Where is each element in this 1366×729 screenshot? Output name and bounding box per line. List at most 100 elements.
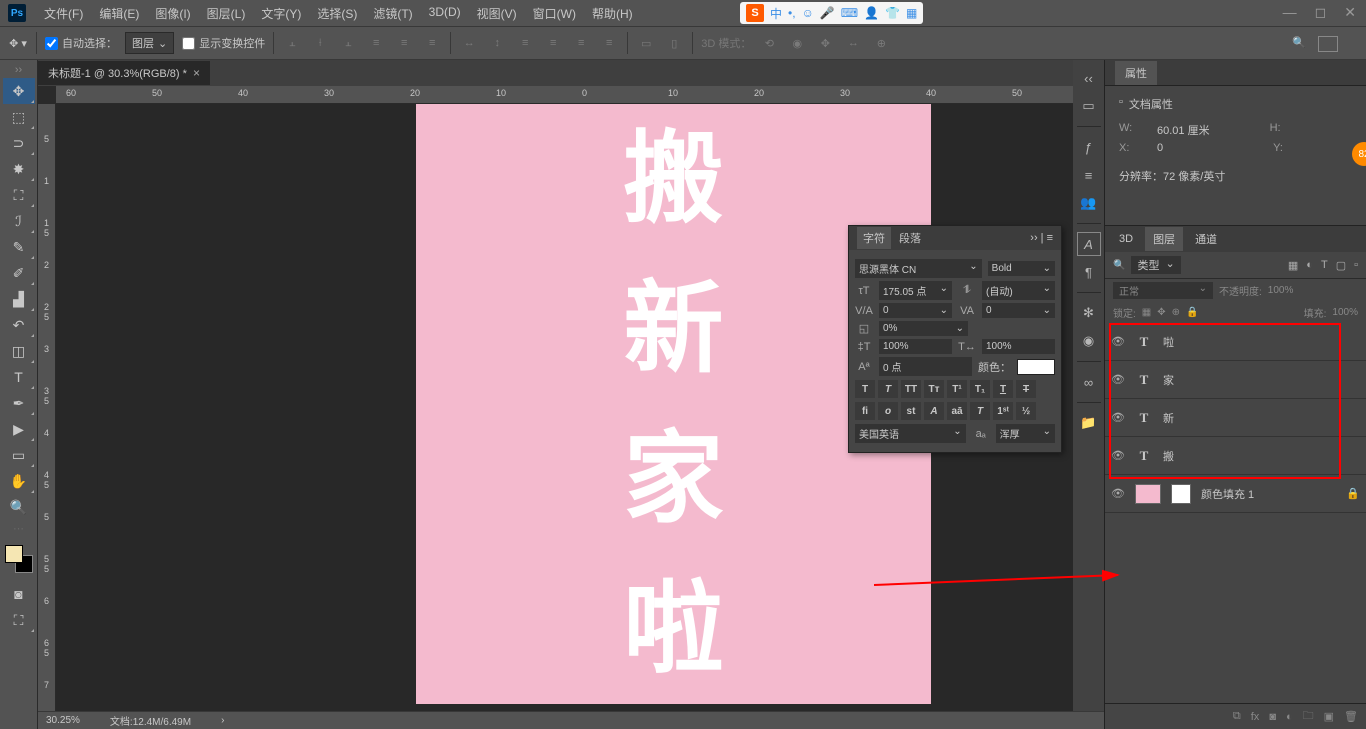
menu-view[interactable]: 视图(V) [471,3,523,24]
stylistic-button[interactable]: st [901,402,921,420]
align-hcenter-icon[interactable]: ≡ [394,33,414,53]
cc-libraries-icon[interactable]: ∞ [1077,370,1101,394]
history-brush-tool[interactable]: ↶ [3,312,35,338]
lock-nest-icon[interactable]: ⊕ [1172,307,1180,318]
screenmode-tool[interactable]: ⛶ [3,607,35,633]
minimize-icon[interactable]: — [1283,4,1297,21]
lock-all-icon[interactable]: 🔒 [1186,307,1198,318]
allcaps-button[interactable]: TT [901,380,921,398]
lasso-tool[interactable]: ⊃ [3,130,35,156]
half-button[interactable]: ½ [1016,402,1036,420]
layer-row[interactable]: 👁 T 新 [1105,399,1366,437]
tab-3d[interactable]: 3D [1111,229,1141,249]
quickmask-tool[interactable]: ◙ [3,581,35,607]
menu-layer[interactable]: 图层(L) [201,3,252,24]
ligature-button[interactable]: fi [855,402,875,420]
menu-file[interactable]: 文件(F) [38,3,89,24]
zoom-tool[interactable]: 🔍 [3,494,35,520]
layer-group-icon[interactable]: 🗀 [1303,707,1314,726]
char-tab[interactable]: 字符 [857,227,891,249]
layer-fx-icon[interactable]: fx [1251,711,1260,723]
menu-image[interactable]: 图像(I) [149,3,196,24]
visibility-icon[interactable]: 👁 [1111,411,1125,425]
visibility-icon[interactable]: 👁 [1111,449,1125,463]
show-transform-checkbox[interactable] [182,37,195,50]
search-icon[interactable]: 🔍 [1292,36,1306,49]
tool-preset-icon[interactable]: ✥ ▾ [8,33,28,53]
underline-button[interactable]: T [993,380,1013,398]
3d-slide-icon[interactable]: ↔ [843,33,863,53]
ime-punct-icon[interactable]: •, [788,6,796,20]
bold-button[interactable]: T [855,380,875,398]
hscale-field[interactable]: 100% [982,339,1055,354]
tab-close-icon[interactable]: × [193,66,200,80]
horizontal-ruler[interactable]: 60 50 40 30 20 10 0 10 20 30 40 50 [56,86,1104,104]
leading-input[interactable]: (自动)⌄ [982,281,1055,300]
menu-filter[interactable]: 滤镜(T) [367,3,418,24]
ime-skin-icon[interactable]: 👕 [885,6,900,20]
properties-header[interactable]: 属性 [1105,60,1366,86]
filter-adjust-icon[interactable]: ◐ [1306,259,1313,272]
history-icon[interactable]: ▭ [1077,94,1101,118]
document-tab[interactable]: 未标题-1 @ 30.3%(RGB/8) * × [38,61,210,85]
baseline-field[interactable]: 0 点 [879,357,972,376]
ordinals-button[interactable]: 1ˢᵗ [993,402,1013,420]
eraser-tool[interactable]: ◫ [3,338,35,364]
align-left-icon[interactable]: ≡ [366,33,386,53]
distribute-icon3[interactable]: ≡ [571,33,591,53]
properties-tab[interactable]: 属性 [1115,61,1157,85]
strip-expand-icon[interactable]: ‹‹ [1077,66,1101,90]
tracking-input[interactable]: 0⌄ [982,303,1055,318]
titling-button[interactable]: aā [947,402,967,420]
align-right-icon[interactable]: ≡ [422,33,442,53]
ime-lang-icon[interactable]: 中 [770,5,782,22]
filter-type-dropdown[interactable]: 类型⌄ [1131,256,1180,274]
align-vcenter-icon[interactable]: ⟊ [310,33,330,53]
3d-zoom-icon[interactable]: ⊕ [871,33,891,53]
menu-type[interactable]: 文字(Y) [255,3,307,24]
show-transform-check[interactable]: 显示变换控件 [182,35,265,51]
canvas-text-4[interactable]: 啦 [624,564,724,694]
distribute-icon[interactable]: ≡ [515,33,535,53]
menu-help[interactable]: 帮助(H) [586,3,639,24]
vscale-field[interactable]: 100% [879,339,952,354]
new-layer-icon[interactable]: ▣ [1324,710,1334,723]
3d-roll-icon[interactable]: ◉ [787,33,807,53]
character-panel[interactable]: 字符 段落 ›› | ≡ 思源黑体 CN⌄ Bold⌄ τT 175.05 点⌄… [848,225,1062,453]
mask-thumb[interactable] [1171,484,1191,504]
adjustments-icon[interactable]: ✻ [1077,301,1101,325]
brush-preset-icon[interactable]: ƒ [1077,135,1101,159]
blend-mode-dropdown[interactable]: 正常⌄ [1113,282,1213,299]
adjustment-layer-icon[interactable]: ◐ [1286,711,1293,723]
italic-button[interactable]: T [878,380,898,398]
paragraph-panel-icon[interactable]: ¶ [1077,260,1101,284]
layer-name[interactable]: 啦 [1163,334,1174,350]
layer-row[interactable]: 👁 T 啦 [1105,323,1366,361]
smallcaps-button[interactable]: Tᴛ [924,380,944,398]
distribute-icon4[interactable]: ≡ [599,33,619,53]
auto-blend-icon[interactable]: ▯ [664,33,684,53]
pen-tool[interactable]: ✒ [3,390,35,416]
lock-position-icon[interactable]: ✥ [1157,307,1165,318]
menu-3d[interactable]: 3D(D) [423,3,467,24]
panel-collapse-icon[interactable]: ›› | ≡ [1030,232,1053,244]
font-weight-dropdown[interactable]: Bold⌄ [988,261,1055,276]
libraries-icon[interactable]: 👥 [1077,191,1101,215]
healing-tool[interactable]: ✎ [3,234,35,260]
swash-button[interactable]: A [924,402,944,420]
font-size-input[interactable]: 175.05 点⌄ [879,281,952,300]
eyedropper-tool[interactable]: ℐ [3,208,35,234]
shape-tool[interactable]: ▭ [3,442,35,468]
align-bottom-icon[interactable]: ⫠ [338,33,358,53]
filter-type-icon[interactable]: T [1321,259,1328,272]
tool-edit-icon[interactable]: ⋯ [0,522,37,535]
opacity-value[interactable]: 100% [1268,285,1294,296]
subscript-button[interactable]: T₁ [970,380,990,398]
ime-mic-icon[interactable]: 🎤 [820,6,835,20]
styles-icon[interactable]: ◉ [1077,329,1101,353]
layer-row[interactable]: 👁 T 家 [1105,361,1366,399]
menu-edit[interactable]: 编辑(E) [93,3,145,24]
kerning-input[interactable]: 0⌄ [879,303,952,318]
quick-select-tool[interactable]: ✸ [3,156,35,182]
filesize-value[interactable]: 文档:12.4M/6.49M [110,713,191,728]
